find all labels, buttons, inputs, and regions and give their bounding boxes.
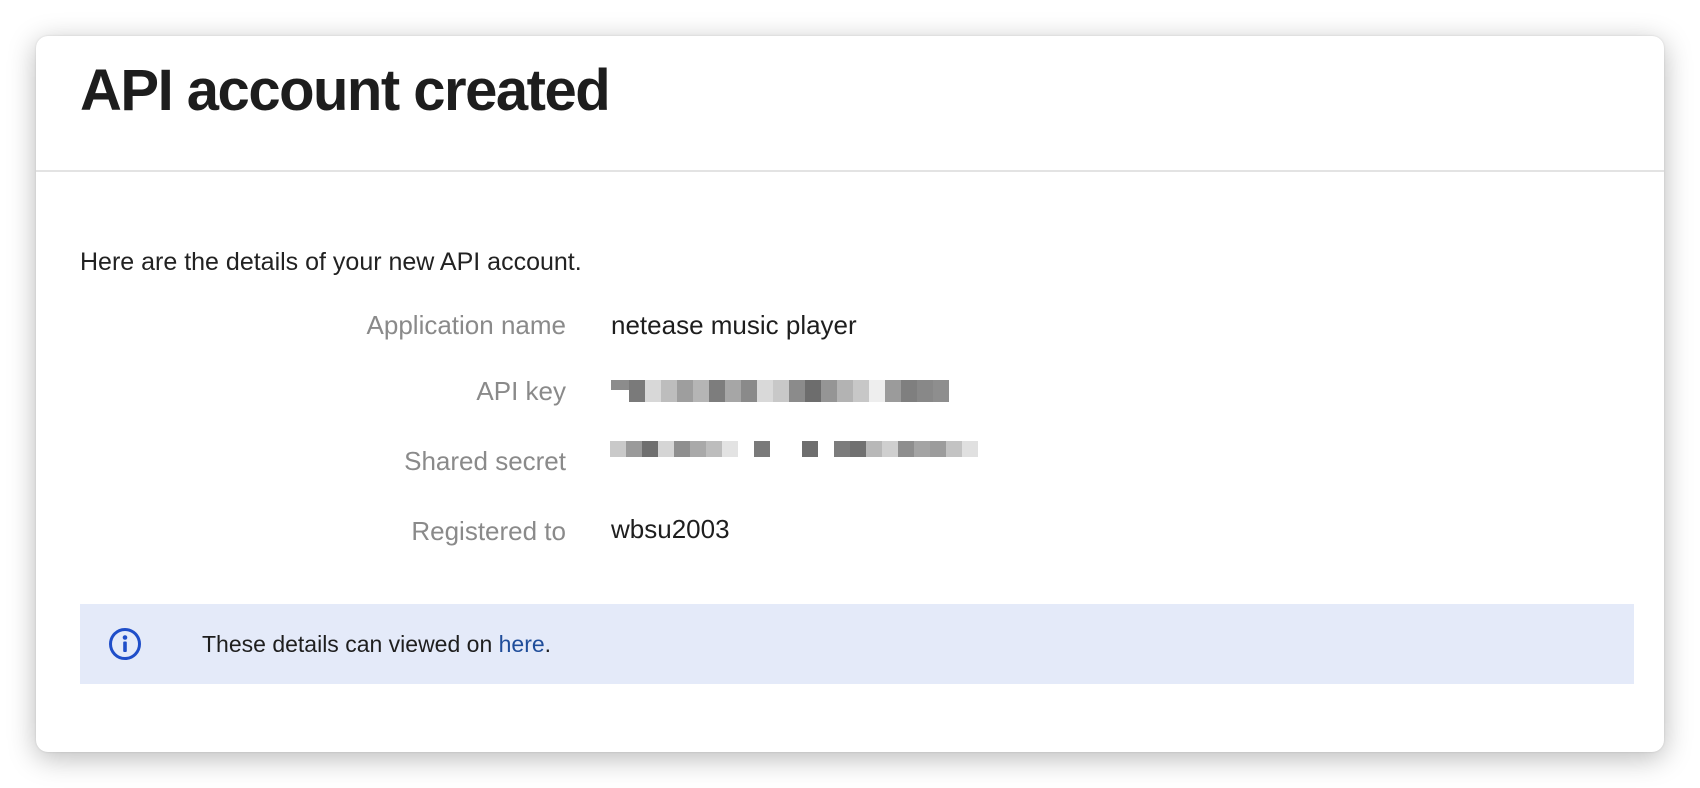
- card-header: API account created: [36, 36, 1664, 172]
- detail-value-application-name: netease music player: [611, 310, 857, 340]
- detail-value-registered-to: wbsu2003: [611, 514, 730, 544]
- info-here-link[interactable]: here: [499, 631, 545, 657]
- info-text: These details can viewed on here.: [202, 631, 551, 658]
- info-notice: These details can viewed on here.: [80, 604, 1634, 684]
- api-account-card: API account created Here are the details…: [36, 36, 1664, 752]
- shared-secret-redacted: [610, 441, 978, 457]
- info-text-suffix: .: [544, 630, 552, 657]
- info-text-prefix: These details can viewed on: [202, 630, 499, 657]
- detail-label-shared-secret: Shared secret: [404, 446, 566, 476]
- info-icon: [109, 628, 141, 660]
- page-title: API account created: [80, 58, 611, 123]
- detail-label-api-key: API key: [476, 376, 566, 406]
- api-key-redacted: [611, 380, 949, 402]
- intro-text: Here are the details of your new API acc…: [80, 248, 582, 276]
- detail-label-registered-to: Registered to: [411, 516, 566, 546]
- detail-label-application-name: Application name: [366, 310, 566, 340]
